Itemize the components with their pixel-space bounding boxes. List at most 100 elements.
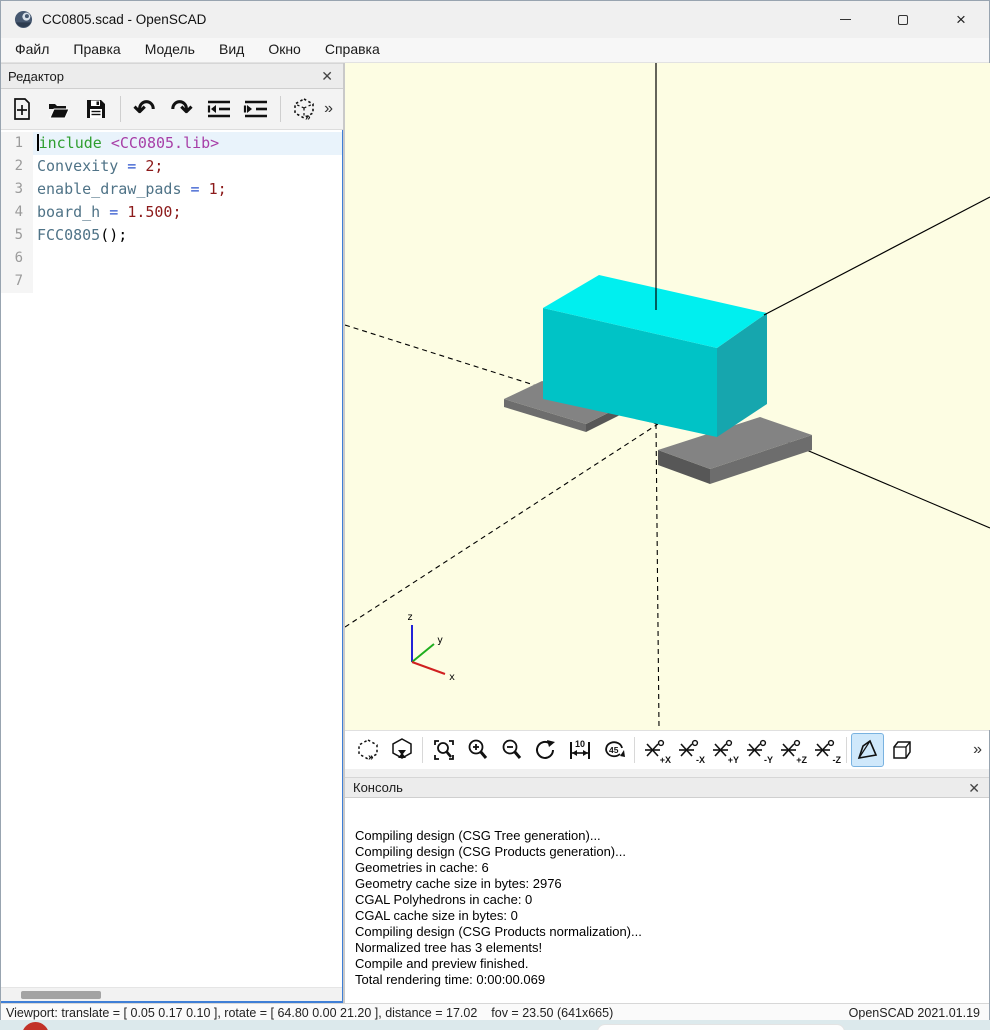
viewport-3d[interactable]: z y x (345, 63, 990, 730)
line-number: 7 (1, 270, 33, 293)
menu-item-2[interactable]: Правка (62, 39, 131, 61)
axis-y-label: y (437, 635, 443, 646)
zoom-out-button[interactable] (495, 733, 528, 767)
menu-item-6[interactable]: Справка (314, 39, 391, 61)
line-content (33, 247, 342, 270)
perspective-icon (856, 738, 880, 762)
svg-text:»: » (368, 752, 374, 762)
view-plusz-button[interactable]: +Z (775, 733, 808, 767)
code-line-7[interactable]: 7 (1, 270, 342, 293)
menu-item-5[interactable]: Окно (257, 39, 312, 61)
taskbar-strip (0, 1020, 990, 1030)
code-line-3[interactable]: 3enable_draw_pads = 1; (1, 178, 342, 201)
line-content: FCC0805(); (33, 224, 342, 247)
view-plusy-button[interactable]: +Y (707, 733, 740, 767)
maximize-button[interactable] (874, 1, 932, 39)
code-line-5[interactable]: 5FCC0805(); (1, 224, 342, 247)
render-cube-icon (390, 738, 414, 762)
render-button[interactable] (385, 733, 418, 767)
new-file-button[interactable] (4, 92, 39, 126)
zoom-all-button[interactable] (427, 733, 460, 767)
editor-panel-header[interactable]: Редактор ✕ (0, 63, 343, 89)
indent-button[interactable] (239, 92, 274, 126)
toolbar-separator (120, 96, 121, 122)
menu-bar: ФайлПравкаМодельВидОкноСправка (0, 38, 990, 63)
svg-text:45: 45 (609, 745, 619, 755)
console-line-10: Total rendering time: 0:00:00.069 (355, 972, 980, 988)
distance-markers-icon: 10 (568, 738, 592, 762)
code-editor[interactable]: 1include <CC0805.lib>2Convexity = 2;3ena… (1, 130, 342, 987)
console-close-button[interactable]: ✕ (966, 781, 982, 795)
line-content: include <CC0805.lib> (33, 132, 342, 155)
undo-button[interactable]: ↶ (127, 92, 162, 126)
taskbar-search-box[interactable] (597, 1024, 845, 1030)
title-bar[interactable]: CC0805.scad - OpenSCAD × (0, 0, 990, 38)
view-minusz-button[interactable]: -Z (809, 733, 842, 767)
redo-button[interactable]: ↷ (164, 92, 199, 126)
console-line-7: Compiling design (CSG Products normaliza… (355, 924, 980, 940)
code-line-4[interactable]: 4board_h = 1.500; (1, 201, 342, 224)
console-output[interactable]: Compiling design (CSG Tree generation)..… (345, 798, 990, 1003)
axis-x-label: x (449, 672, 455, 683)
console-line-4: Geometry cache size in bytes: 2976 (355, 876, 980, 892)
axis-button-label: -Z (833, 755, 842, 765)
save-floppy-icon (85, 98, 107, 120)
console-line-5: CGAL Polyhedrons in cache: 0 (355, 892, 980, 908)
line-number: 2 (1, 155, 33, 178)
console-panel-header[interactable]: Консоль ✕ (345, 777, 990, 798)
close-button[interactable]: × (932, 1, 990, 39)
console-line-3: Geometries in cache: 6 (355, 860, 980, 876)
openscad-window: CC0805.scad - OpenSCAD × ФайлПравкаМодел… (0, 0, 990, 1030)
undo-icon: ↶ (134, 99, 156, 120)
perspective-view-button[interactable] (851, 733, 884, 767)
editor-close-button[interactable]: ✕ (319, 69, 335, 83)
console-panel-title: Консоль (353, 780, 403, 795)
menu-item-3[interactable]: Модель (134, 39, 206, 61)
view-minusy-button[interactable]: -Y (741, 733, 774, 767)
save-file-button[interactable] (79, 92, 114, 126)
new-file-icon (11, 97, 33, 121)
view-plusx-button[interactable]: +X (639, 733, 672, 767)
toolbar-separator (280, 96, 281, 122)
preview-button-viewport[interactable]: » (351, 733, 384, 767)
preview-cube-icon: » (356, 738, 380, 762)
svg-text:»: » (305, 112, 311, 121)
reset-view-button[interactable] (529, 733, 562, 767)
editor-panel: Редактор ✕ (0, 63, 345, 1003)
view-distance-button[interactable]: 10 (563, 733, 596, 767)
window-title: CC0805.scad - OpenSCAD (42, 12, 206, 27)
preview-button[interactable]: » (287, 92, 322, 126)
code-line-6[interactable]: 6 (1, 247, 342, 270)
line-number: 3 (1, 178, 33, 201)
orthogonal-view-button[interactable] (885, 733, 918, 767)
code-line-2[interactable]: 2Convexity = 2; (1, 155, 342, 178)
minimize-button[interactable] (816, 1, 874, 39)
console-line-2: Compiling design (CSG Products generatio… (355, 844, 980, 860)
axis-button-label: -Y (764, 755, 773, 765)
editor-toolbar: ↶ ↷ (0, 89, 343, 130)
axis-button-label: +X (660, 755, 671, 765)
zoom-in-button[interactable] (461, 733, 494, 767)
console-line-8: Normalized tree has 3 elements! (355, 940, 980, 956)
editor-hscrollbar-thumb[interactable] (21, 991, 101, 999)
unindent-button[interactable] (201, 92, 236, 126)
view-minusx-button[interactable]: -X (673, 733, 706, 767)
menu-item-4[interactable]: Вид (208, 39, 255, 61)
code-line-1[interactable]: 1include <CC0805.lib> (1, 132, 342, 155)
editor-body: 1include <CC0805.lib>2Convexity = 2;3ena… (0, 130, 343, 1003)
editor-toolbar-overflow-button[interactable]: » (324, 100, 339, 118)
rotate-45-button[interactable]: 45 (597, 733, 630, 767)
viewport-toolbar-overflow-button[interactable]: » (973, 741, 984, 759)
editor-hscrollbar[interactable] (1, 987, 342, 1001)
taskbar-app-icon[interactable] (22, 1022, 49, 1030)
panel-splitter[interactable] (345, 769, 990, 777)
line-number: 5 (1, 224, 33, 247)
reset-view-icon (534, 738, 558, 762)
svg-text:10: 10 (575, 739, 585, 749)
open-file-button[interactable] (41, 92, 76, 126)
axis-button-label: +Y (728, 755, 739, 765)
unindent-icon (206, 99, 232, 119)
menu-item-1[interactable]: Файл (4, 39, 60, 61)
preview-cube-icon: » (292, 97, 316, 121)
zoom-in-icon (466, 738, 490, 762)
